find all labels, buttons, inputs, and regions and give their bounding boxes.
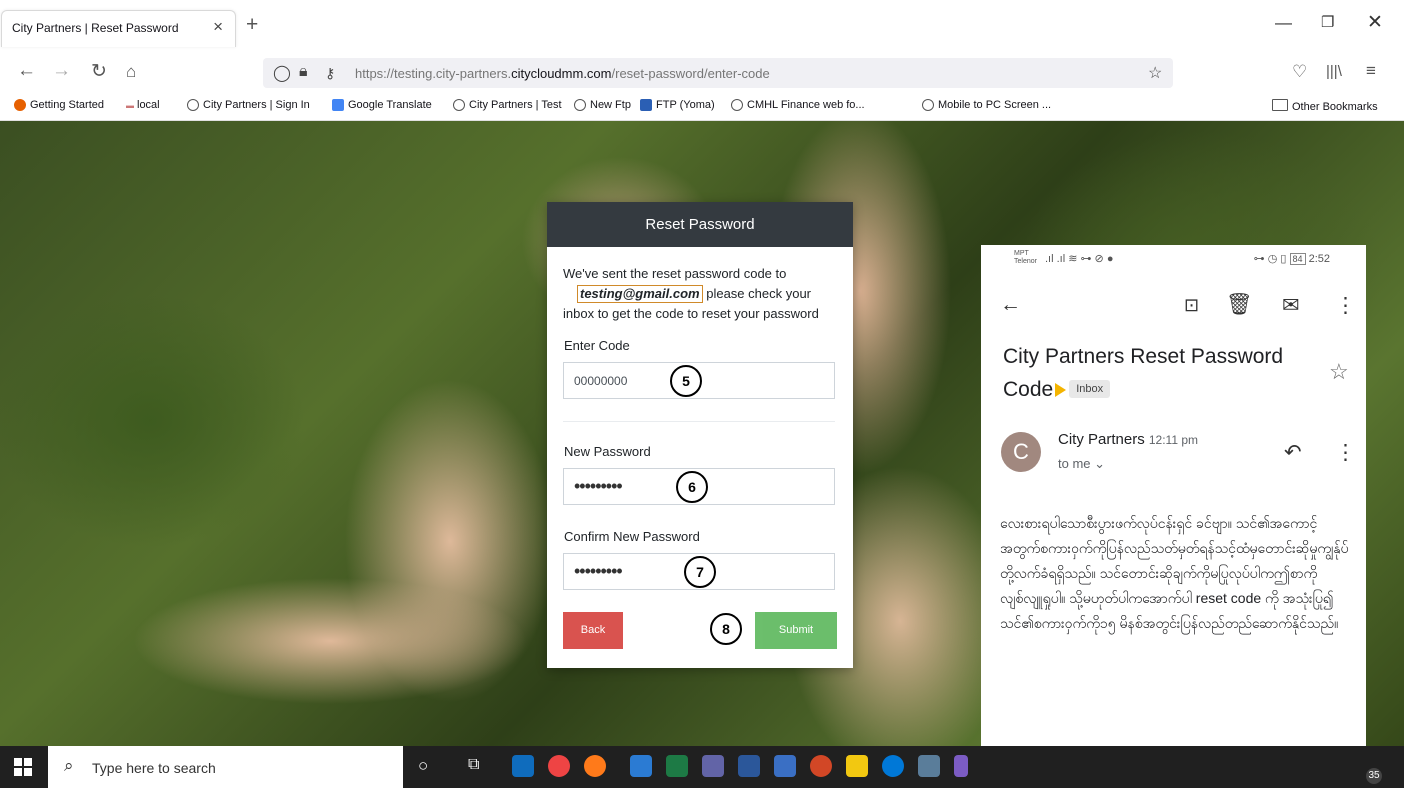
email-subject: City Partners Reset Password Code Inbox: [1003, 345, 1284, 401]
lock-icon[interactable]: 🔒︎: [299, 63, 308, 81]
back-arrow-icon[interactable]: ←: [17, 60, 36, 82]
excel-icon[interactable]: [666, 755, 688, 777]
bookmark-mobile-to-pc[interactable]: Mobile to PC Screen ...: [922, 99, 1051, 111]
powerpoint-icon[interactable]: [810, 755, 832, 777]
edge-icon[interactable]: [882, 755, 904, 777]
carrier-label: MPT Telenor: [1014, 250, 1037, 265]
sender-avatar: C: [1001, 432, 1041, 472]
step-marker-7: 7: [684, 556, 716, 588]
step-marker-8: 8: [710, 613, 742, 645]
delete-icon[interactable]: 🗑︎: [1226, 293, 1253, 317]
app-icon-3[interactable]: [954, 755, 968, 777]
new-tab-icon[interactable]: +: [246, 13, 258, 37]
restore-icon[interactable]: ❐: [1321, 13, 1334, 31]
reload-icon[interactable]: ↻: [91, 60, 107, 83]
notification-badge[interactable]: 35: [1366, 768, 1382, 784]
sender-line: City Partners 12:11 pm: [1058, 431, 1199, 448]
back-arrow-icon[interactable]: ←: [1000, 293, 1021, 317]
bookmark-star-icon[interactable]: ☆: [1148, 63, 1162, 83]
close-tab-icon[interactable]: ×: [213, 17, 223, 37]
submit-button[interactable]: Submit: [755, 612, 837, 649]
bookmark-getting-started[interactable]: Getting Started: [14, 99, 104, 111]
more-vert-icon-2[interactable]: ⋮: [1335, 440, 1356, 465]
task-view-icon[interactable]: ⧉: [468, 756, 479, 774]
key-icon[interactable]: ⚷: [325, 65, 335, 82]
phone-email-screenshot: MPT Telenor .ıl .ıl ≋ ⊶ ⊘ ● ⊶ ◷ ▯ 84 2:52…: [981, 245, 1366, 788]
visio-icon[interactable]: [774, 755, 796, 777]
taskbar-search[interactable]: ⌕ Type here to search: [48, 746, 403, 788]
card-header: Reset Password: [547, 202, 853, 247]
reset-password-card: Reset Password We've sent the reset pass…: [547, 202, 853, 668]
app-icon-1[interactable]: [630, 755, 652, 777]
bookmark-city-partners-sign-in[interactable]: City Partners | Sign In: [187, 99, 310, 111]
windows-start-icon[interactable]: [14, 758, 32, 776]
word-icon[interactable]: [738, 755, 760, 777]
archive-icon[interactable]: ⊡: [1184, 295, 1199, 316]
reset-message: We've sent the reset password code to te…: [563, 266, 819, 321]
mail-icon[interactable]: ✉: [1282, 293, 1300, 318]
email-address: testing@gmail.com: [577, 285, 703, 303]
taskbar: ⌕ Type here to search ○ ⧉ 35: [0, 746, 1404, 788]
star-icon[interactable]: ☆: [1329, 359, 1349, 385]
inbox-chip[interactable]: Inbox: [1069, 380, 1111, 398]
teams-icon[interactable]: [702, 755, 724, 777]
bookmark-cmhl-finance[interactable]: CMHL Finance web fo...: [731, 99, 865, 111]
enter-code-label: Enter Code: [564, 338, 630, 353]
app-icon-2[interactable]: [918, 755, 940, 777]
url-text: https://testing.city-partners.citycloudm…: [355, 66, 770, 81]
more-vert-icon[interactable]: ⋮: [1335, 293, 1356, 318]
tab-reset-password[interactable]: City Partners | Reset Password ×: [1, 10, 236, 47]
step-marker-5: 5: [670, 365, 702, 397]
cortana-icon[interactable]: ○: [418, 756, 428, 776]
recipient-toggle[interactable]: to me ⌄: [1058, 456, 1105, 472]
step-marker-6: 6: [676, 471, 708, 503]
url-bar[interactable]: ◯ 🔒︎ ⚷ https://testing.city-partners.cit…: [263, 58, 1173, 88]
close-window-icon[interactable]: ✕: [1367, 11, 1383, 34]
reply-icon[interactable]: ↶: [1284, 440, 1302, 465]
signal-icon: .ıl .ıl ≋ ⊶ ⊘ ●: [1045, 253, 1114, 265]
battery-status: ⊶ ◷ ▯ 84 2:52: [1253, 253, 1330, 265]
home-icon[interactable]: ⌂: [126, 62, 136, 82]
shield-icon[interactable]: ◯: [273, 63, 291, 83]
firefox-icon[interactable]: [584, 755, 606, 777]
powerbi-icon[interactable]: [846, 755, 868, 777]
divider: [563, 421, 835, 422]
bookmark-ftp-yoma[interactable]: FTP (Yoma): [640, 99, 715, 111]
back-button[interactable]: Back: [563, 612, 623, 649]
new-password-label: New Password: [564, 444, 651, 459]
bookmark-other-bookmarks[interactable]: Other Bookmarks: [1272, 99, 1378, 113]
bookmark-city-partners-test[interactable]: City Partners | Test: [453, 99, 562, 111]
bookmark-google-translate[interactable]: Google Translate: [332, 99, 432, 111]
phone-status-bar: MPT Telenor .ıl .ıl ≋ ⊶ ⊘ ● ⊶ ◷ ▯ 84 2:52: [981, 245, 1366, 275]
tab-title: City Partners | Reset Password: [12, 21, 179, 35]
minimize-icon[interactable]: —: [1275, 13, 1292, 33]
tab-bar: City Partners | Reset Password × + — ❐ ✕: [0, 0, 1404, 54]
bookmark-new-ftp[interactable]: New Ftp: [574, 99, 631, 111]
library-icon[interactable]: |||\: [1326, 63, 1342, 80]
bookmarks-bar: Getting Started ▬ local City Partners | S…: [0, 92, 1404, 121]
forward-arrow-icon[interactable]: →: [52, 60, 71, 82]
email-body: လေးစားရပါသောစီးပွားဖက်လုပ်ငန်းရှင် ခင်ဗျ…: [1000, 515, 1349, 631]
outlook-icon[interactable]: [512, 755, 534, 777]
chrome-icon[interactable]: [548, 755, 570, 777]
nav-bar: ← → ↻ ⌂ ◯ 🔒︎ ⚷ https://testing.city-part…: [0, 54, 1404, 92]
search-icon: ⌕: [64, 756, 74, 775]
bookmark-local[interactable]: ▬ local: [126, 99, 160, 111]
confirm-password-label: Confirm New Password: [564, 529, 700, 544]
pocket-icon[interactable]: ♡: [1292, 62, 1307, 82]
menu-icon[interactable]: ≡: [1366, 61, 1376, 81]
important-marker-icon: [1055, 383, 1067, 397]
